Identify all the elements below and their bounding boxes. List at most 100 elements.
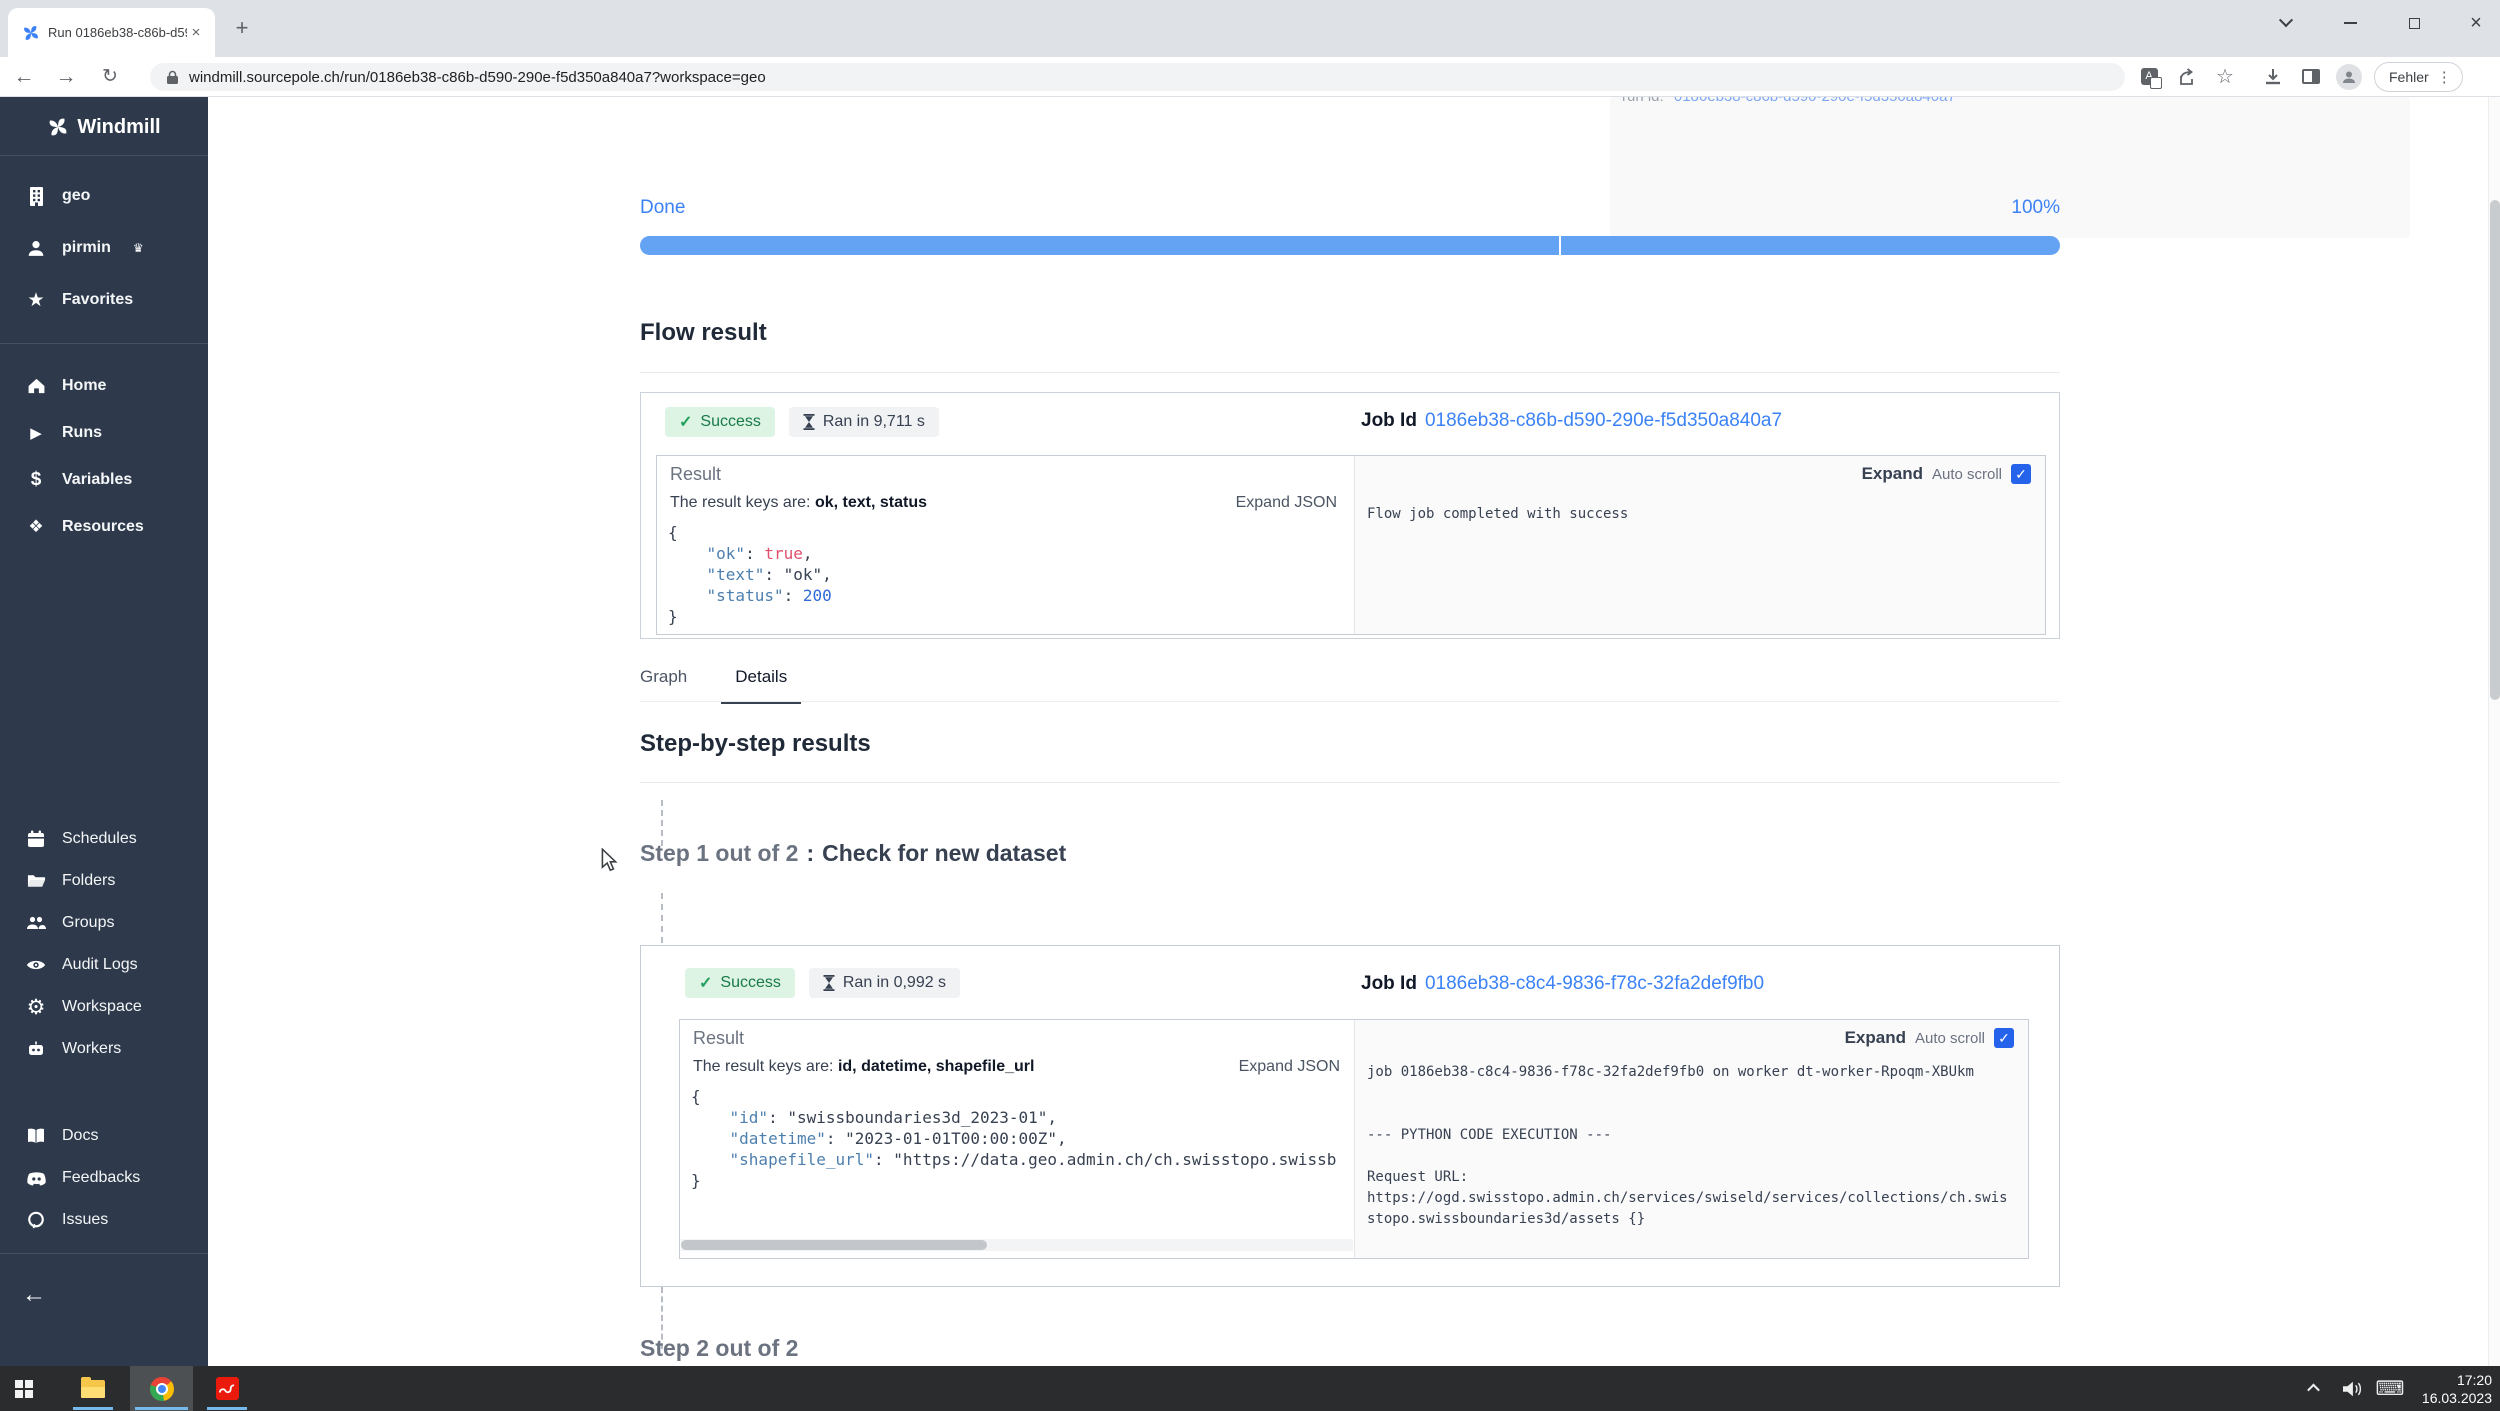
window-restore-button[interactable] xyxy=(2394,6,2434,40)
bookmark-star-button[interactable] xyxy=(2206,57,2244,96)
taskbar-clock[interactable]: 17:20 16.03.2023 xyxy=(2422,1371,2492,1407)
sidebar-item-workspace-settings[interactable]: Workspace xyxy=(0,986,208,1028)
new-tab-button[interactable]: + xyxy=(228,14,256,42)
run-id-link[interactable]: 0186eb38-c86b-d590-290e-f5d350a840a7 xyxy=(1674,97,1956,105)
profile-button[interactable] xyxy=(2330,57,2368,96)
log-text: job 0186eb38-c8c4-9836-f78c-32fa2def9fb0… xyxy=(1367,1062,2015,1230)
sidebar-divider xyxy=(0,155,208,156)
scrollbar-thumb[interactable] xyxy=(2490,200,2500,700)
expand-json-link[interactable]: Expand JSON xyxy=(1177,494,1337,512)
reload-button[interactable] xyxy=(92,57,128,96)
keyboard-icon[interactable] xyxy=(2378,1377,2402,1401)
brand[interactable]: Windmill xyxy=(0,107,208,147)
tab-close-icon[interactable]: × xyxy=(187,24,205,42)
downloads-button[interactable] xyxy=(2254,57,2292,96)
job-id-row: Job Id0186eb38-c86b-d590-290e-f5d350a840… xyxy=(1361,410,1782,432)
eye-icon xyxy=(26,955,46,975)
sidebar-item-variables[interactable]: Variables xyxy=(0,456,208,503)
tray-chevron-up-icon[interactable] xyxy=(2302,1377,2326,1401)
menu-dots-icon[interactable] xyxy=(2437,68,2452,86)
screen: Run 0186eb38-c86b-d590-290e- × + × windm… xyxy=(0,0,2500,1411)
sidebar-item-docs[interactable]: Docs xyxy=(0,1115,208,1157)
hourglass-icon xyxy=(823,975,835,991)
url-text: windmill.sourcepole.ch/run/0186eb38-c86b… xyxy=(189,69,766,86)
translate-button[interactable]: A xyxy=(2130,57,2168,96)
browser-toolbar: windmill.sourcepole.ch/run/0186eb38-c86b… xyxy=(0,57,2500,97)
sidebar-item-user-pirmin[interactable]: pirmin xyxy=(0,222,208,274)
expand-log-link[interactable]: Expand xyxy=(1845,1028,1906,1048)
browser-error-chip[interactable]: Fehler xyxy=(2374,62,2463,92)
sidebar-item-audit-logs[interactable]: Audit Logs xyxy=(0,944,208,986)
json-line: "ok": true, xyxy=(668,543,832,564)
window-menu-chevron-icon[interactable] xyxy=(2266,6,2306,40)
sidebar-item-label: Schedules xyxy=(62,830,137,848)
sidebar-item-runs[interactable]: Runs xyxy=(0,409,208,456)
gear-icon xyxy=(26,997,46,1017)
calendar-icon xyxy=(26,829,46,849)
sidebar-item-home[interactable]: Home xyxy=(0,362,208,409)
sidebar-collapse-button[interactable] xyxy=(14,1275,54,1315)
json-line: "text": "ok", xyxy=(668,564,832,585)
window-close-button[interactable]: × xyxy=(2456,6,2496,40)
flow-result-heading: Flow result xyxy=(640,319,767,347)
sidebar-item-label: geo xyxy=(62,187,90,205)
windmill-favicon-icon xyxy=(22,24,40,42)
tab-details[interactable]: Details xyxy=(721,667,801,704)
json-line: "status": 200 xyxy=(668,585,832,606)
building-icon xyxy=(26,186,46,206)
sidebar-item-favorites[interactable]: Favorites xyxy=(0,274,208,326)
step1-title-name: Check for new dataset xyxy=(822,840,1066,866)
taskbar-chrome-button[interactable] xyxy=(130,1366,193,1411)
result-label: Result xyxy=(670,464,721,485)
job-id-link[interactable]: 0186eb38-c86b-d590-290e-f5d350a840a7 xyxy=(1425,410,1782,431)
progress-row: Done 100% xyxy=(640,197,2060,219)
sidebar-item-issues[interactable]: Issues xyxy=(0,1199,208,1241)
side-panel-button[interactable] xyxy=(2292,57,2330,96)
status-label: Success xyxy=(720,974,780,992)
dollar-icon xyxy=(26,470,46,490)
sidebar-item-label: Favorites xyxy=(62,291,133,309)
expand-log-link[interactable]: Expand xyxy=(1862,464,1923,484)
job-id-link[interactable]: 0186eb38-c8c4-9836-f78c-32fa2def9fb0 xyxy=(1425,973,1764,994)
page-scrollbar[interactable] xyxy=(2488,97,2500,1366)
crown-icon xyxy=(133,241,144,255)
sidebar-item-label: Home xyxy=(62,377,106,395)
sidebar-item-workers[interactable]: Workers xyxy=(0,1028,208,1070)
lock-icon xyxy=(166,70,179,85)
taskbar-acrobat-button[interactable] xyxy=(202,1366,252,1411)
result-json-code: { "id": "swissboundaries3d_2023-01", "da… xyxy=(691,1086,1351,1191)
scrollbar-thumb[interactable] xyxy=(681,1240,987,1250)
back-button[interactable] xyxy=(6,57,42,96)
expand-json-link[interactable]: Expand JSON xyxy=(1180,1058,1340,1076)
sidebar-item-label: Variables xyxy=(62,471,132,489)
person-icon xyxy=(2341,69,2357,85)
tab-graph[interactable]: Graph xyxy=(640,667,687,704)
step1-card: Success Ran in 0,992 s Job Id0186eb38-c8… xyxy=(640,945,2060,1287)
forward-button[interactable] xyxy=(48,57,84,96)
window-minimize-button[interactable] xyxy=(2330,6,2370,40)
home-icon xyxy=(26,376,46,396)
sidebar-item-groups[interactable]: Groups xyxy=(0,902,208,944)
taskbar-file-explorer-button[interactable] xyxy=(68,1366,118,1411)
share-button[interactable] xyxy=(2168,57,2206,96)
sidebar-item-folders[interactable]: Folders xyxy=(0,860,208,902)
sidebar-item-feedbacks[interactable]: Feedbacks xyxy=(0,1157,208,1199)
auto-scroll-checkbox[interactable] xyxy=(1994,1028,2014,1048)
address-bar[interactable]: windmill.sourcepole.ch/run/0186eb38-c86b… xyxy=(150,63,2125,91)
sidebar-item-label: Folders xyxy=(62,872,115,890)
sidebar-item-workspace-geo[interactable]: geo xyxy=(0,170,208,222)
open-app-indicator xyxy=(135,1407,188,1410)
discord-icon xyxy=(26,1168,46,1188)
clock-time: 17:20 xyxy=(2422,1371,2492,1389)
volume-icon[interactable] xyxy=(2340,1377,2364,1401)
sidebar-item-schedules[interactable]: Schedules xyxy=(0,818,208,860)
json-line: { xyxy=(691,1086,1351,1107)
browser-tabstrip: Run 0186eb38-c86b-d590-290e- × + × xyxy=(0,0,2500,57)
sidebar-item-resources[interactable]: Resources xyxy=(0,503,208,550)
browser-tab[interactable]: Run 0186eb38-c86b-d590-290e- × xyxy=(8,8,215,57)
auto-scroll-checkbox[interactable] xyxy=(2011,464,2031,484)
horizontal-scrollbar[interactable] xyxy=(681,1239,1353,1251)
json-line: { xyxy=(668,522,832,543)
start-button[interactable] xyxy=(0,1366,48,1411)
sidebar-item-label: Resources xyxy=(62,518,144,536)
